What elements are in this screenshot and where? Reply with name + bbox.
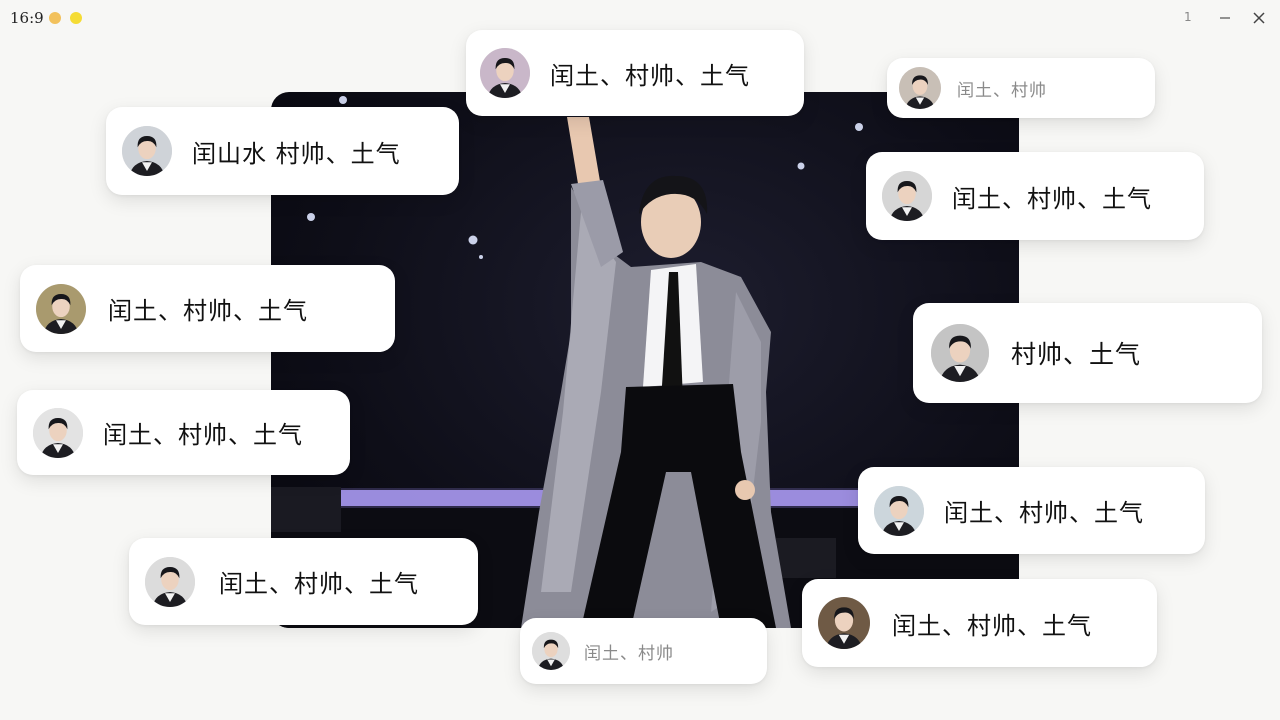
comment-text: 闰土、村帅、土气 — [103, 421, 303, 449]
comment-card[interactable]: 闰土、村帅、土气 — [17, 390, 350, 475]
comment-text: 闰土、村帅、土气 — [550, 61, 750, 90]
minimize-button[interactable] — [1213, 6, 1237, 30]
avatar — [33, 407, 83, 458]
avatar — [818, 597, 870, 649]
comment-card[interactable]: 闰土、村帅、土气 — [866, 152, 1204, 240]
comment-card[interactable]: 闰土、村帅、土气 — [858, 467, 1205, 554]
page-indicator: 1 — [1184, 10, 1192, 24]
avatar-portrait — [931, 324, 989, 382]
aspect-ratio-label: 16:9 — [10, 9, 44, 27]
avatar-portrait — [874, 485, 924, 536]
avatar — [874, 485, 924, 536]
close-button[interactable] — [1247, 6, 1271, 30]
comment-card[interactable]: 闰山水 村帅、土气 — [106, 107, 459, 195]
comment-text: 村帅、土气 — [1011, 340, 1142, 369]
avatar-portrait — [899, 67, 941, 109]
avatar — [532, 632, 570, 670]
comment-text: 闰土、村帅、土气 — [108, 297, 308, 325]
comment-text: 闰土、村帅、土气 — [952, 184, 1152, 213]
comment-card[interactable]: 村帅、土气 — [913, 303, 1262, 403]
comment-text: 闰土、村帅 — [957, 80, 1047, 101]
avatar — [480, 48, 530, 98]
comment-text: 闰土、村帅、土气 — [944, 499, 1144, 527]
avatar-portrait — [882, 171, 932, 221]
comment-card[interactable]: 闰土、村帅、土气 — [20, 265, 395, 352]
avatar — [931, 324, 989, 382]
slide-window: 16:9 1 闰土、村帅、土气 闰土、村帅 闰山水 村帅、土气 闰土、村帅、土气… — [0, 0, 1280, 720]
comment-text: 闰山水 村帅、土气 — [192, 139, 401, 168]
avatar — [145, 556, 195, 607]
avatar-portrait — [33, 407, 83, 458]
avatar — [899, 67, 941, 109]
comment-text: 闰土、村帅、土气 — [219, 570, 419, 598]
avatar-portrait — [818, 597, 870, 649]
status-dot-orange[interactable] — [49, 12, 61, 24]
avatar — [36, 283, 86, 334]
avatar — [882, 171, 932, 221]
comment-card[interactable]: 闰土、村帅、土气 — [802, 579, 1157, 667]
comment-text: 闰土、村帅 — [584, 643, 674, 664]
avatar-portrait — [532, 632, 570, 670]
comment-card[interactable]: 闰土、村帅 — [520, 618, 767, 684]
close-icon — [1253, 12, 1265, 24]
avatar-portrait — [480, 48, 530, 98]
status-dot-yellow[interactable] — [70, 12, 82, 24]
avatar-portrait — [36, 283, 86, 334]
comment-card[interactable]: 闰土、村帅 — [887, 58, 1155, 118]
comment-text: 闰土、村帅、土气 — [892, 611, 1092, 640]
comment-card[interactable]: 闰土、村帅、土气 — [466, 30, 804, 116]
comment-card[interactable]: 闰土、村帅、土气 — [129, 538, 478, 625]
avatar-portrait — [145, 556, 195, 607]
avatar-portrait — [122, 126, 172, 176]
avatar — [122, 126, 172, 176]
minimize-icon — [1220, 17, 1230, 19]
